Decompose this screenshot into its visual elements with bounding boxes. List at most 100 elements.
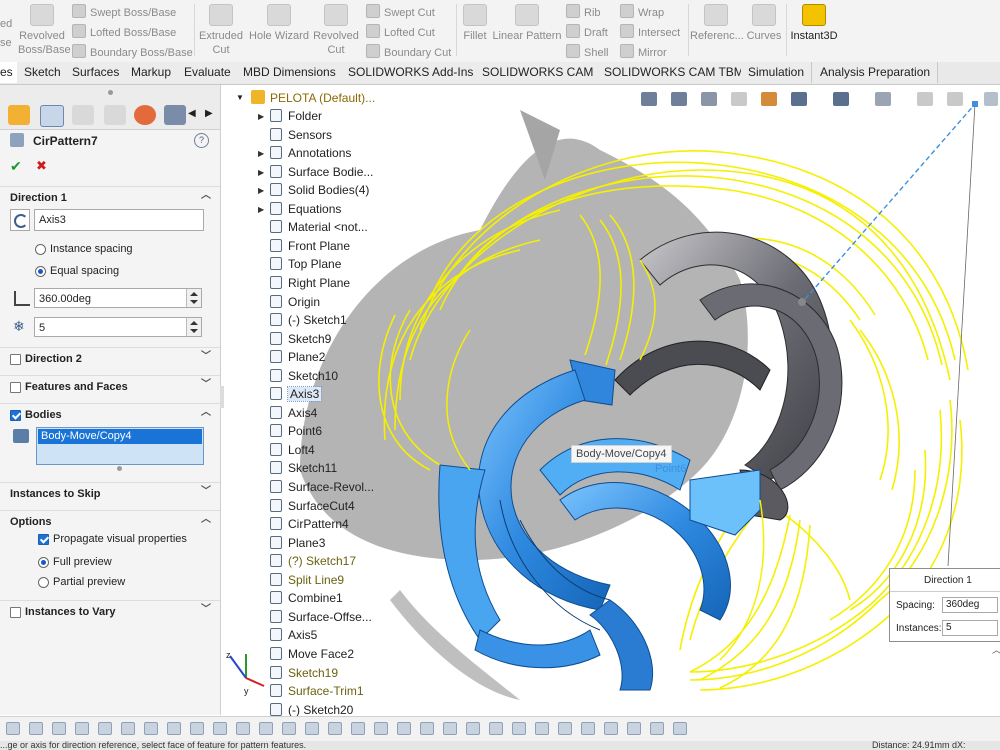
equal-spacing-radio[interactable] [35,266,46,277]
selection-filter-icon[interactable] [351,722,365,735]
instant3d-button[interactable]: Instant3D [788,4,840,43]
panel-splitter[interactable] [220,386,224,408]
selection-filter-icon[interactable] [535,722,549,735]
dimxpert-manager-tab-icon[interactable] [104,105,126,125]
tab-analysis-preparation[interactable]: Analysis Preparation [813,62,939,83]
tree-expand-icon[interactable]: ▶ [258,112,264,121]
selection-filter-icon[interactable] [489,722,503,735]
selection-filter-icon[interactable] [581,722,595,735]
instances-spinner[interactable] [186,318,201,336]
instance-spacing-radio[interactable] [35,244,46,255]
view-settings-icon[interactable] [984,92,998,106]
boundary-boss-button[interactable]: Boundary Boss/Base [72,44,193,59]
axis-origin-handle[interactable] [798,298,806,306]
selection-filter-icon[interactable] [190,722,204,735]
callout-instances-field[interactable]: 5 [942,620,998,636]
section-view-icon[interactable] [731,92,747,106]
boundary-cut-button[interactable]: Boundary Cut [366,44,451,59]
hide-show-items-icon[interactable] [875,92,891,106]
rib-button[interactable]: Rib [566,4,601,19]
selection-filter-icon[interactable] [259,722,273,735]
lofted-boss-button[interactable]: Lofted Boss/Base [72,24,176,39]
instances-to-vary-section-header[interactable]: Instances to Vary ﹀ [0,600,220,623]
selection-filter-icon[interactable] [52,722,66,735]
direction2-checkbox[interactable] [10,354,21,365]
tree-expand-icon[interactable]: ▶ [258,168,264,177]
part-root-label[interactable]: PELOTA (Default)... [270,91,375,105]
selection-filter-icon[interactable] [420,722,434,735]
selection-filter-icon[interactable] [397,722,411,735]
tab-solidworks-cam[interactable]: SOLIDWORKS CAM [475,62,602,83]
tab-markup[interactable]: Markup [124,62,180,83]
configuration-manager-tab-icon[interactable] [72,105,94,125]
selection-filter-icon[interactable] [282,722,296,735]
list-resize-handle[interactable] [117,466,122,471]
revolved-cut-button[interactable]: Revolved Cut [312,4,360,57]
tab-surfaces[interactable]: Surfaces [65,62,128,83]
view-orientation-icon[interactable] [791,92,807,106]
instances-field[interactable]: 5 [34,317,202,337]
fillet-button[interactable]: Fillet [460,4,490,43]
selection-filter-icon[interactable] [466,722,480,735]
selection-filter-icon[interactable] [305,722,319,735]
panel-drag-handle[interactable] [108,90,113,95]
selection-filter-icon[interactable] [121,722,135,735]
bodies-checkbox[interactable] [10,410,21,421]
callout-spacing-field[interactable]: 360deg [942,597,998,613]
draft-button[interactable]: Draft [566,24,608,39]
feature-manager-tab-icon[interactable] [8,105,30,125]
selection-filter-icon[interactable] [650,722,664,735]
tab-solidworks-cam-tbm[interactable]: SOLIDWORKS CAM TBM [597,62,752,83]
shell-button[interactable]: Shell [566,44,608,59]
cancel-button[interactable]: ✖ [36,158,47,174]
selection-filter-icon[interactable] [604,722,618,735]
tree-expand-icon[interactable]: ▼ [236,93,244,102]
partial-preview-radio[interactable] [38,577,49,588]
callout-collapse-icon[interactable]: ︿ [992,643,1000,656]
tree-expand-icon[interactable]: ▶ [258,186,264,195]
selection-filter-icon[interactable] [627,722,641,735]
tab-solidworks-add-ins[interactable]: SOLIDWORKS Add-Ins [341,62,482,83]
angle-field[interactable]: 360.00deg [34,288,202,308]
help-button[interactable]: ? [194,133,209,148]
direction2-section-header[interactable]: Direction 2 ﹀ [0,347,220,370]
axis-endpoint-handle[interactable] [972,101,978,107]
selection-filter-icon[interactable] [75,722,89,735]
instances-to-vary-checkbox[interactable] [10,607,21,618]
selection-filter-icon[interactable] [236,722,250,735]
cam-manager-tab-icon[interactable] [164,105,186,125]
tree-expand-icon[interactable]: ▶ [258,205,264,214]
pattern-axis-field[interactable]: Axis3 [34,209,204,231]
features-faces-checkbox[interactable] [10,382,21,393]
lofted-cut-button[interactable]: Lofted Cut [366,24,435,39]
selection-filter-icon[interactable] [673,722,687,735]
zoom-to-area-icon[interactable] [671,92,687,106]
bodies-section-header[interactable]: Bodies ︿ [0,403,220,426]
bodies-selection-list[interactable]: Body-Move/Copy4 [36,427,204,465]
dynamic-annotation-icon[interactable] [761,92,777,106]
zoom-to-fit-icon[interactable] [641,92,657,106]
instances-to-skip-section-header[interactable]: Instances to Skip ﹀ [0,482,220,505]
tree-expand-icon[interactable]: ▶ [258,149,264,158]
selection-filter-icon[interactable] [144,722,158,735]
selection-filter-icon[interactable] [167,722,181,735]
swept-cut-button[interactable]: Swept Cut [366,4,435,19]
mirror-button[interactable]: Mirror [620,44,667,59]
selection-filter-icon[interactable] [213,722,227,735]
selection-filter-icon[interactable] [512,722,526,735]
ok-button[interactable]: ✔ [10,158,22,175]
apply-scene-icon[interactable] [947,92,963,106]
tab-simulation[interactable]: Simulation [741,62,813,83]
tab-mbd-dimensions[interactable]: MBD Dimensions [236,62,344,83]
propagate-visual-properties-checkbox[interactable] [38,534,49,545]
swept-boss-button[interactable]: Swept Boss/Base [72,4,176,19]
tab-evaluate[interactable]: Evaluate [177,62,239,83]
display-style-icon[interactable] [833,92,849,106]
revolved-boss-button[interactable]: Revolved Boss/Base [18,4,71,57]
hole-wizard-button[interactable]: Hole Wizard [248,4,310,43]
selection-filter-icon[interactable] [6,722,20,735]
selection-filter-icon[interactable] [29,722,43,735]
tab-scroll-left-icon[interactable]: ◀ [188,108,196,119]
extruded-cut-button[interactable]: Extruded Cut [198,4,244,57]
full-preview-radio[interactable] [38,557,49,568]
